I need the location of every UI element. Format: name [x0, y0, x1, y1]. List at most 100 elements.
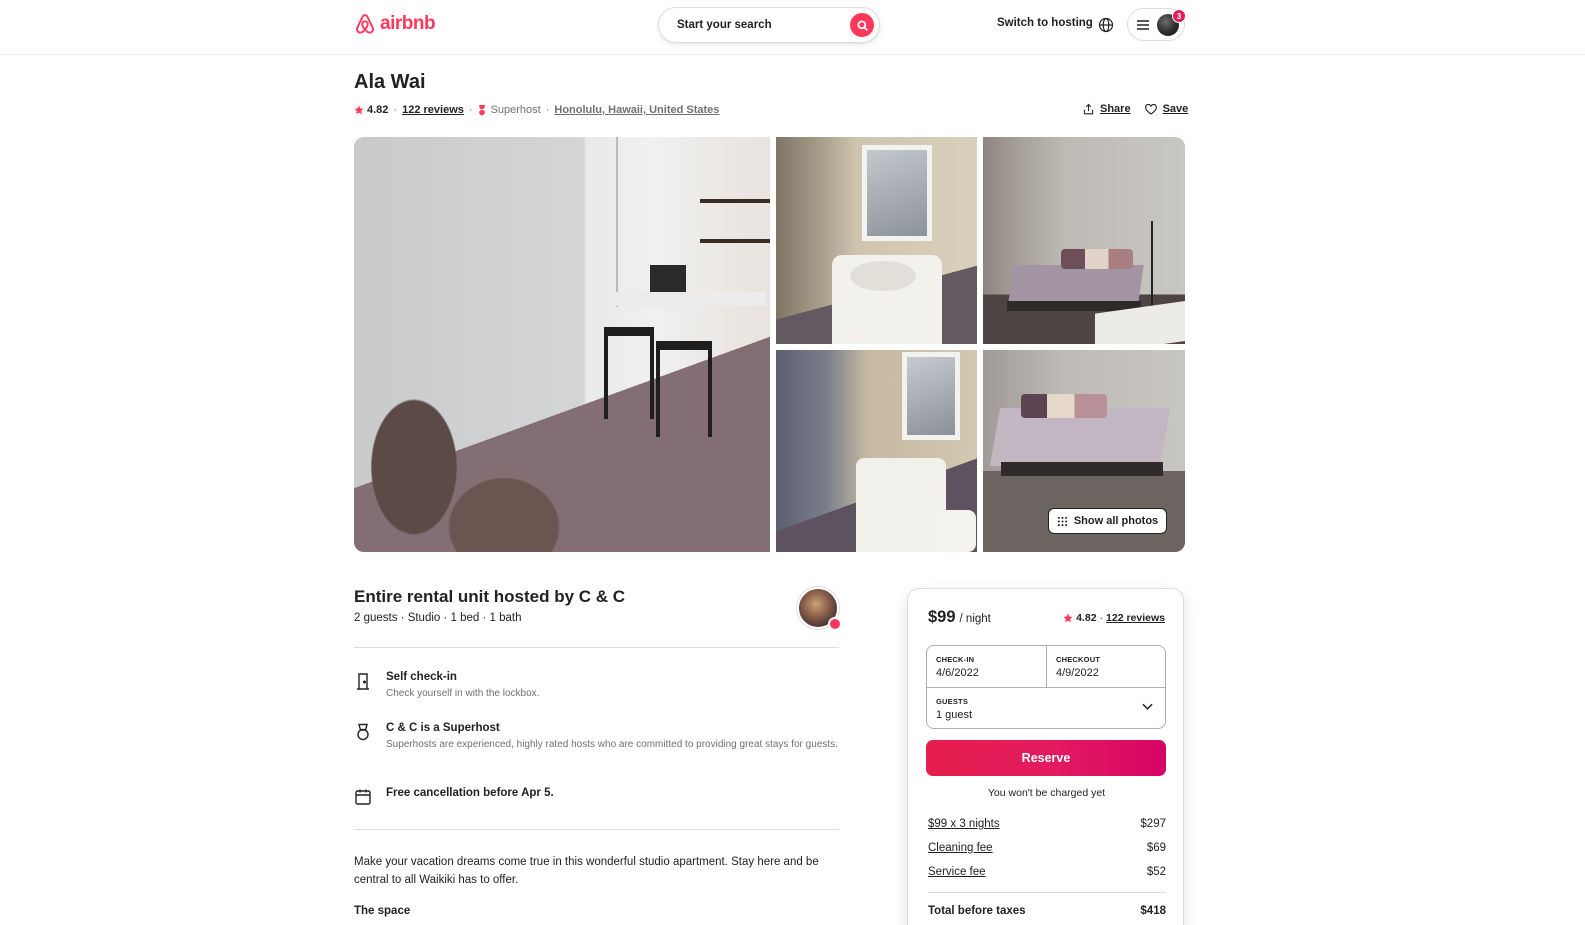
reserve-button[interactable]: Reserve	[926, 740, 1166, 776]
card-rating: 4.82 · 122 reviews	[1063, 612, 1165, 624]
photo-detail	[604, 327, 654, 419]
share-button[interactable]: Share	[1083, 103, 1131, 115]
door-icon	[357, 673, 369, 690]
photo-detail	[700, 199, 770, 203]
location-link[interactable]: Honolulu, Hawaii, United States	[554, 104, 719, 116]
booking-card: $99 / night 4.82 · 122 reviews CHECK-IN …	[907, 588, 1184, 925]
star-icon	[1063, 613, 1073, 623]
the-space-heading: The space	[354, 905, 411, 917]
star-icon	[354, 105, 364, 115]
show-all-photos-label: Show all photos	[1073, 515, 1159, 527]
separator: ·	[393, 104, 398, 116]
fee-amount: $69	[1146, 842, 1166, 854]
checkin-value: 4/6/2022	[936, 667, 979, 679]
photo-detail	[1001, 462, 1163, 476]
share-icon	[1083, 103, 1094, 115]
photo-detail	[902, 352, 960, 440]
checkout-label: CHECKOUT	[1056, 655, 1101, 664]
show-all-photos-button[interactable]: Show all photos	[1048, 508, 1167, 534]
guests-field[interactable]: GUESTS 1 guest	[927, 688, 1165, 728]
listing-meta: 4.82 · 122 reviews · Superhost · Honolul…	[354, 104, 719, 116]
card-rating-value: 4.82	[1076, 612, 1097, 624]
separator: ·	[545, 104, 550, 116]
photo-detail	[1008, 265, 1144, 303]
grid-icon	[1057, 516, 1068, 526]
fee-label[interactable]: Service fee	[928, 866, 986, 878]
fee-row-service: Service fee $52	[928, 866, 1166, 878]
total-row: Total before taxes $418	[928, 905, 1166, 917]
photo-detail	[856, 458, 946, 552]
photo-detail	[656, 341, 712, 437]
feature-title: Self check-in	[386, 671, 457, 683]
globe-icon[interactable]	[1098, 17, 1114, 33]
feature-description: Superhosts are experienced, highly rated…	[386, 739, 838, 750]
photo-detail	[1021, 394, 1107, 418]
checkout-value: 4/9/2022	[1056, 667, 1099, 679]
hamburger-menu-icon	[1137, 19, 1149, 30]
total-amount: $418	[1140, 905, 1166, 917]
divider	[928, 892, 1166, 893]
feature-title: Free cancellation before Apr 5.	[386, 787, 554, 799]
search-placeholder: Start your search	[677, 19, 772, 31]
fee-amount: $297	[1140, 818, 1166, 830]
superhost-label: Superhost	[490, 104, 541, 116]
medal-icon	[357, 723, 369, 741]
fee-label[interactable]: Cleaning fee	[928, 842, 993, 854]
photo-bedroom-1[interactable]	[983, 137, 1185, 344]
checkin-field[interactable]: CHECK-IN 4/6/2022	[927, 646, 1047, 688]
guests-value: 1 guest	[936, 709, 973, 721]
photo-detail	[936, 510, 976, 552]
chevron-down-icon	[1142, 703, 1153, 710]
feature-cancellation: Free cancellation before Apr 5.	[354, 787, 554, 806]
listing-actions: Share Save	[1083, 103, 1188, 115]
photo-detail	[616, 137, 618, 307]
superhost-medal-icon	[478, 104, 485, 115]
reviews-link[interactable]: 122 reviews	[402, 104, 464, 116]
feature-superhost: C & C is a Superhost Superhosts are expe…	[354, 722, 842, 752]
photo-bathroom-1[interactable]	[776, 137, 977, 344]
photo-detail	[1061, 249, 1133, 269]
save-button[interactable]: Save	[1144, 103, 1188, 115]
photo-detail	[650, 265, 686, 293]
feature-self-checkin: Self check-in Check yourself in with the…	[354, 671, 842, 701]
photo-gallery	[354, 137, 1185, 552]
fee-amount: $52	[1146, 866, 1166, 878]
feature-title: C & C is a Superhost	[386, 722, 500, 734]
photo-detail	[616, 292, 766, 306]
notification-badge: 3	[1172, 9, 1186, 23]
search-icon	[856, 19, 868, 31]
airbnb-logo[interactable]: airbnb	[354, 12, 436, 36]
photo-bathroom-2[interactable]	[776, 350, 977, 552]
photo-detail	[1151, 221, 1153, 311]
logo-text: airbnb	[380, 13, 436, 34]
feature-description: Check yourself in with the lockbox.	[386, 688, 540, 699]
listing-description: Make your vacation dreams come true in t…	[354, 856, 819, 886]
photo-detail	[862, 145, 932, 241]
photo-main-studio[interactable]	[354, 137, 770, 552]
fee-row-nights: $99 x 3 nights $297	[928, 818, 1166, 830]
checkin-label: CHECK-IN	[936, 655, 975, 664]
fee-row-cleaning: Cleaning fee $69	[928, 842, 1166, 854]
nightly-price: $99 / night	[928, 608, 991, 627]
host-title: Entire rental unit hosted by C & C	[354, 587, 626, 606]
fee-label[interactable]: $99 x 3 nights	[928, 818, 1000, 830]
rating-value: 4.82	[367, 104, 389, 116]
divider	[354, 647, 839, 648]
listing-title: Ala Wai	[354, 71, 426, 93]
separator: ·	[1099, 612, 1104, 624]
switch-to-hosting-link[interactable]: Switch to hosting	[997, 17, 1093, 29]
divider	[354, 829, 839, 830]
not-charged-note: You won't be charged yet	[987, 787, 1106, 799]
photo-detail	[850, 261, 916, 291]
guests-label: GUESTS	[936, 697, 969, 706]
date-guest-picker: CHECK-IN 4/6/2022 CHECKOUT 4/9/2022 GUES…	[926, 645, 1166, 729]
listing-details: 2 guests · Studio · 1 bed · 1 bath	[354, 612, 522, 624]
separator: ·	[468, 104, 473, 116]
host-superhost-badge	[828, 617, 842, 631]
checkout-field[interactable]: CHECKOUT 4/9/2022	[1047, 646, 1165, 688]
heart-icon	[1144, 103, 1157, 115]
total-label: Total before taxes	[928, 905, 1026, 917]
search-bar[interactable]: Start your search	[658, 7, 880, 43]
search-button[interactable]	[850, 13, 874, 37]
card-reviews-link[interactable]: 122 reviews	[1106, 612, 1165, 624]
